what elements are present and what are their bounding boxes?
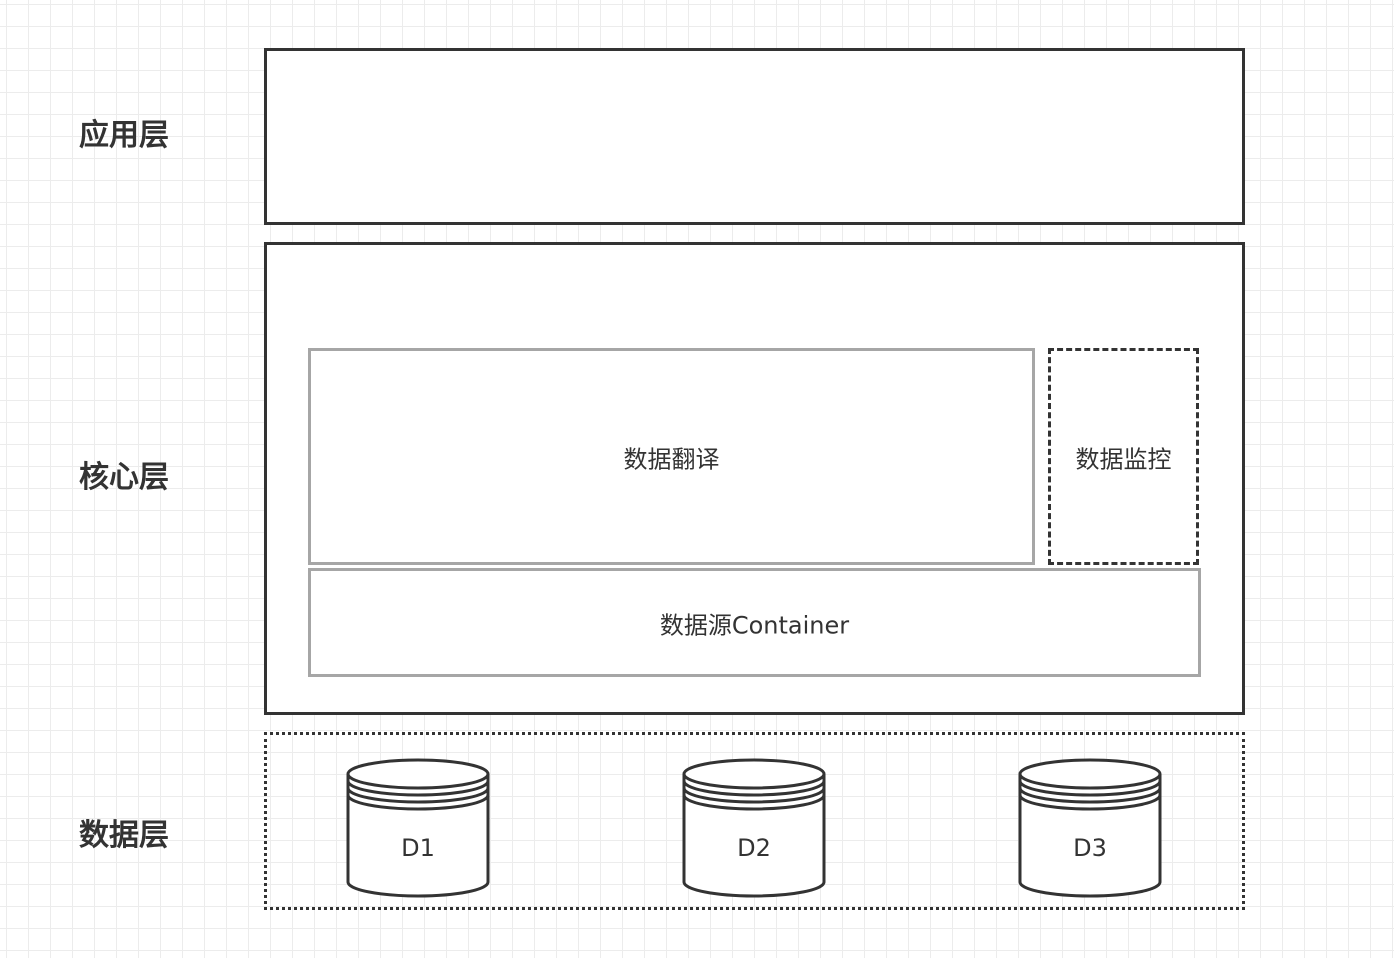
layer-label-data: 数据层 (79, 818, 169, 853)
database-d3: D3 (1017, 756, 1163, 898)
database-icon (682, 758, 826, 898)
application-layer-box (264, 48, 1245, 225)
layer-label-core: 核心层 (79, 460, 169, 495)
data-translation-box: 数据翻译 (308, 348, 1035, 565)
data-translation-label: 数据翻译 (623, 445, 720, 473)
database-d1: D1 (345, 756, 491, 898)
datasource-container-box: 数据源Container (308, 568, 1201, 677)
data-monitor-label: 数据监控 (1075, 445, 1172, 473)
database-label: D1 (401, 834, 435, 862)
database-icon (1018, 758, 1162, 898)
database-label: D2 (737, 834, 771, 862)
database-label: D3 (1073, 834, 1107, 862)
datasource-container-label: 数据源Container (659, 611, 850, 639)
layer-label-application: 应用层 (79, 118, 169, 153)
database-icon (346, 758, 490, 898)
database-d2: D2 (681, 756, 827, 898)
data-monitor-box: 数据监控 (1048, 348, 1199, 565)
